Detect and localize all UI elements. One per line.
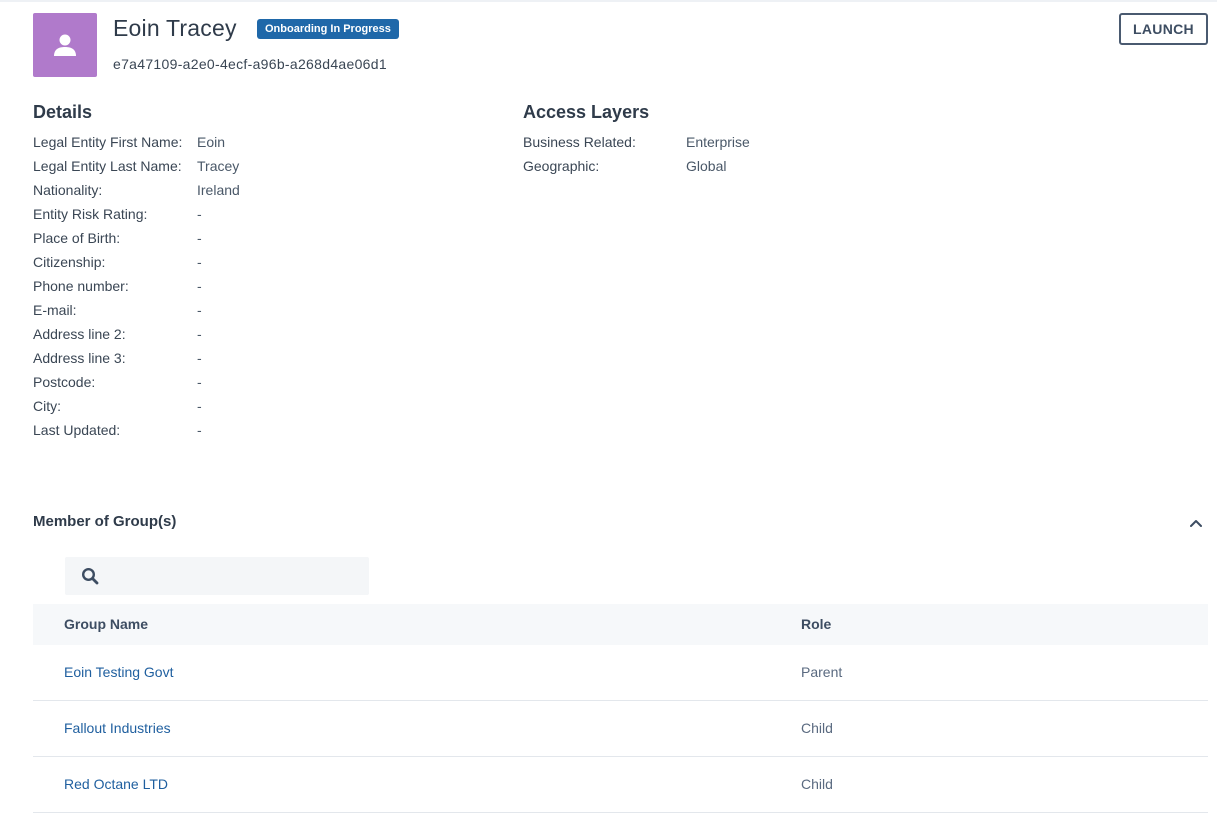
entity-name: Eoin Tracey <box>113 15 237 41</box>
detail-label: Postcode: <box>33 374 96 390</box>
launch-button[interactable]: LAUNCH <box>1119 13 1208 45</box>
detail-value: Tracey <box>197 158 240 174</box>
detail-value: Eoin <box>197 134 226 150</box>
access-label: Business Related: <box>523 134 636 150</box>
details-title: Details <box>33 102 93 122</box>
detail-value: - <box>197 230 202 246</box>
avatar <box>33 13 97 77</box>
detail-label: Legal Entity First Name: <box>33 134 183 150</box>
group-name-link[interactable]: Fallout Industries <box>64 720 171 736</box>
detail-label: E-mail: <box>33 302 77 318</box>
groups-search <box>65 557 369 595</box>
access-value: Enterprise <box>686 134 750 150</box>
detail-label: City: <box>33 398 61 414</box>
top-divider <box>0 0 1217 2</box>
detail-label: Address line 2: <box>33 326 126 342</box>
access-label: Geographic: <box>523 158 600 174</box>
detail-value: - <box>197 302 202 318</box>
access-layers-title: Access Layers <box>523 102 650 122</box>
detail-value: - <box>197 254 202 270</box>
detail-label: Address line 3: <box>33 350 126 366</box>
entity-profile-page: Eoin Tracey Onboarding In Progress e7a47… <box>0 0 1217 820</box>
detail-label: Last Updated: <box>33 422 121 438</box>
status-badge: Onboarding In Progress <box>257 19 399 39</box>
column-header-group-name[interactable]: Group Name <box>64 616 148 632</box>
detail-label: Entity Risk Rating: <box>33 206 148 222</box>
detail-value: Ireland <box>197 182 240 198</box>
detail-label: Citizenship: <box>33 254 106 270</box>
group-role: Parent <box>801 664 843 680</box>
detail-label: Place of Birth: <box>33 230 121 246</box>
table-row: Red Octane LTD Child <box>33 757 1208 813</box>
groups-section-title: Member of Group(s) <box>33 513 177 530</box>
access-value: Global <box>686 158 727 174</box>
detail-value: - <box>197 326 202 342</box>
detail-label: Phone number: <box>33 278 129 294</box>
collapse-groups-button[interactable] <box>1186 514 1206 532</box>
table-row: Fallout Industries Child <box>33 701 1208 757</box>
column-header-role[interactable]: Role <box>801 616 831 632</box>
groups-table: Group Name Role Eoin Testing Govt Parent… <box>33 604 1208 813</box>
group-role: Child <box>801 720 833 736</box>
table-row: Eoin Testing Govt Parent <box>33 645 1208 701</box>
detail-label: Nationality: <box>33 182 103 198</box>
detail-value: - <box>197 206 202 222</box>
person-icon <box>54 34 76 56</box>
table-header: Group Name Role <box>33 604 1208 645</box>
group-name-link[interactable]: Eoin Testing Govt <box>64 664 173 680</box>
detail-value: - <box>197 350 202 366</box>
search-icon <box>81 567 99 585</box>
groups-search-input[interactable] <box>105 557 365 595</box>
detail-value: - <box>197 398 202 414</box>
detail-label: Legal Entity Last Name: <box>33 158 182 174</box>
detail-value: - <box>197 374 202 390</box>
group-name-link[interactable]: Red Octane LTD <box>64 776 168 792</box>
chevron-up-icon <box>1190 520 1202 527</box>
entity-id: e7a47109-a2e0-4ecf-a96b-a268d4ae06d1 <box>113 56 387 72</box>
group-role: Child <box>801 776 833 792</box>
detail-value: - <box>197 422 202 438</box>
detail-value: - <box>197 278 202 294</box>
